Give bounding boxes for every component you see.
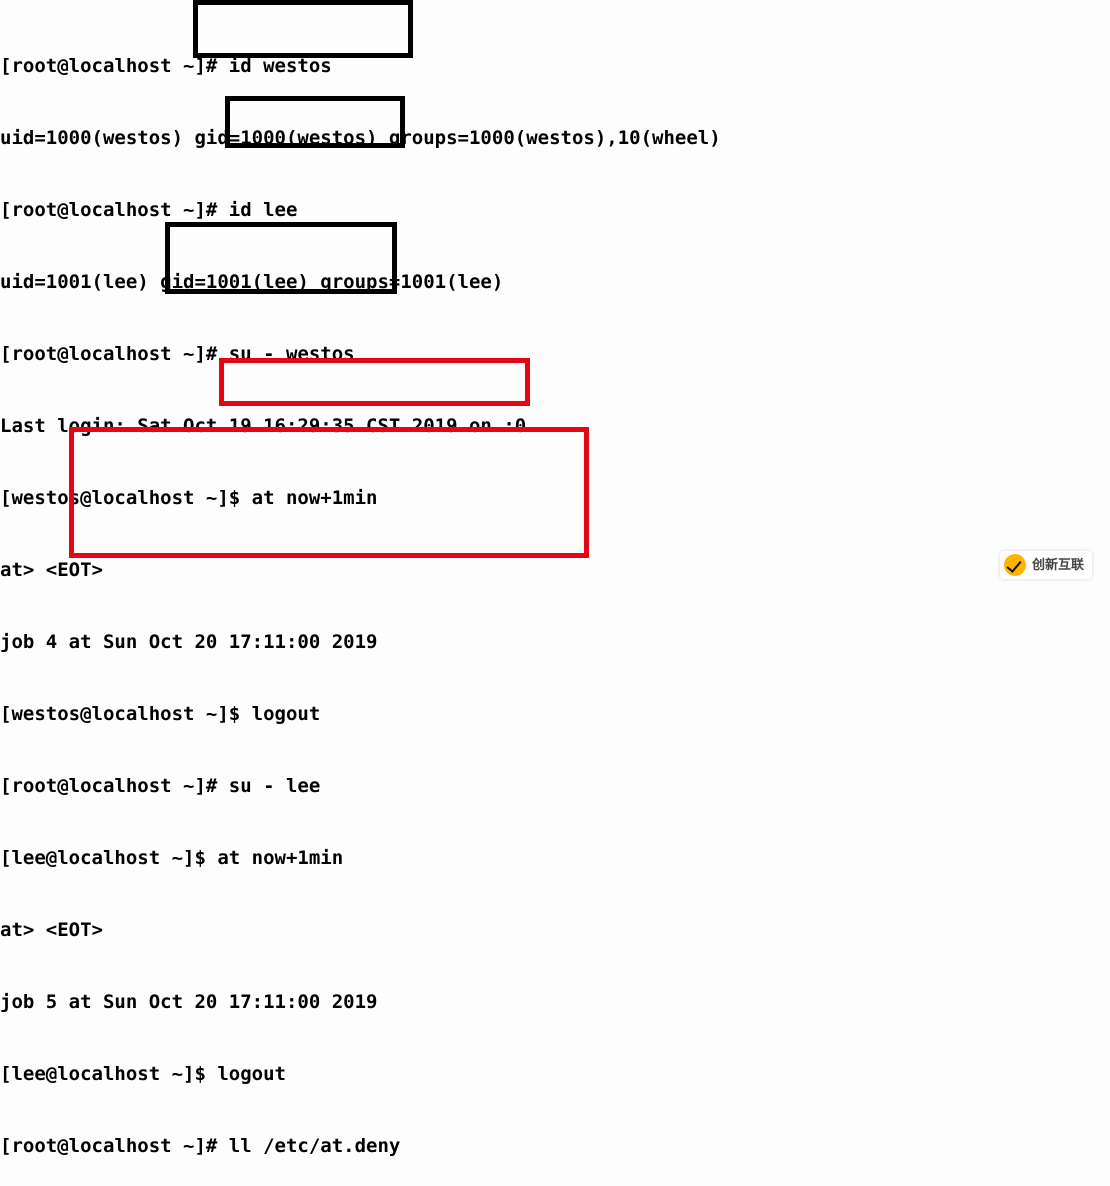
terminal-line: Last login: Sat Oct 19 16:29:35 CST 2019… — [0, 414, 721, 438]
terminal-line: [lee@localhost ~]$ logout — [0, 1062, 721, 1086]
terminal-line: at> <EOT> — [0, 558, 721, 582]
terminal-line: [root@localhost ~]# id lee — [0, 198, 721, 222]
terminal-line: [westos@localhost ~]$ logout — [0, 702, 721, 726]
terminal-line: [root@localhost ~]# ll /etc/at.deny — [0, 1134, 721, 1158]
terminal-output: [root@localhost ~]# id westos uid=1000(w… — [0, 6, 721, 1186]
terminal-line: [westos@localhost ~]$ at now+1min — [0, 486, 721, 510]
terminal-line: [root@localhost ~]# su - lee — [0, 774, 721, 798]
terminal-line: [lee@localhost ~]$ at now+1min — [0, 846, 721, 870]
terminal-line: at> <EOT> — [0, 918, 721, 942]
watermark-label: 创新互联 — [1032, 553, 1084, 577]
terminal-line: uid=1001(lee) gid=1001(lee) groups=1001(… — [0, 270, 721, 294]
terminal-line: [root@localhost ~]# id westos — [0, 54, 721, 78]
terminal-line: [root@localhost ~]# su - westos — [0, 342, 721, 366]
terminal-line: job 5 at Sun Oct 20 17:11:00 2019 — [0, 990, 721, 1014]
terminal-line: uid=1000(westos) gid=1000(westos) groups… — [0, 126, 721, 150]
watermark: 创新互联 — [1000, 551, 1092, 579]
watermark-check-icon — [1004, 554, 1026, 576]
terminal-line: job 4 at Sun Oct 20 17:11:00 2019 — [0, 630, 721, 654]
